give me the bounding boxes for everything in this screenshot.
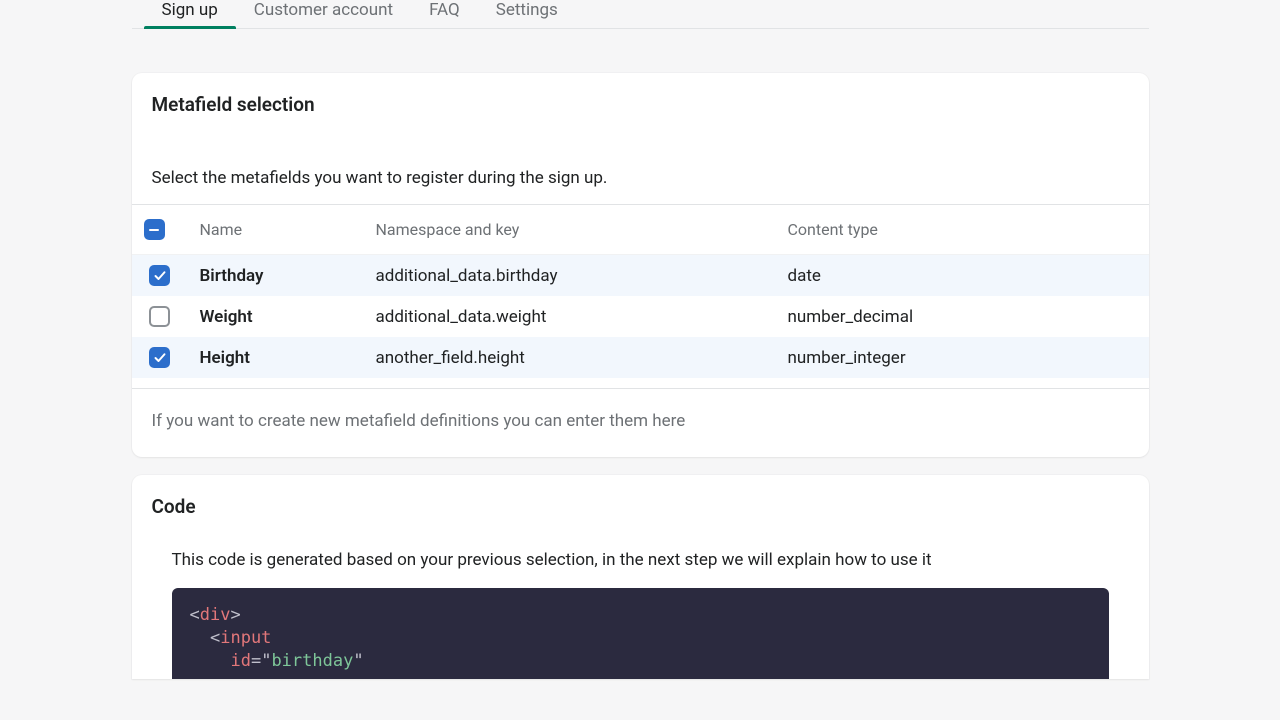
minus-icon [149,229,159,232]
cell-type: number_integer [776,337,1149,378]
row-checkbox[interactable] [149,306,170,327]
tab-sign-up[interactable]: Sign up [144,0,236,28]
metafield-selection-card: Metafield selection Select the metafield… [132,73,1149,457]
metafield-table: Name Namespace and key Content type Birt… [132,205,1149,378]
row-checkbox[interactable] [149,265,170,286]
cell-type: number_decimal [776,296,1149,337]
footer-note: If you want to create new metafield defi… [132,389,1149,457]
code-card-title: Code [132,475,1149,518]
code-block: <div> <input id="birthday" [172,588,1109,679]
cell-name: Birthday [188,255,364,297]
row-checkbox[interactable] [149,347,170,368]
cell-namespace: additional_data.birthday [364,255,776,297]
cell-namespace: another_field.height [364,337,776,378]
cell-name: Weight [188,296,364,337]
card-title: Metafield selection [152,93,1129,116]
column-header-name: Name [188,205,364,255]
select-all-checkbox[interactable] [144,219,165,240]
tab-customer-account[interactable]: Customer account [236,0,411,28]
cell-type: date [776,255,1149,297]
table-row[interactable]: Height another_field.height number_integ… [132,337,1149,378]
table-row[interactable]: Weight additional_data.weight number_dec… [132,296,1149,337]
code-card-description: This code is generated based on your pre… [132,518,1149,588]
code-card: Code This code is generated based on you… [132,475,1149,679]
column-header-namespace: Namespace and key [364,205,776,255]
card-description: Select the metafields you want to regist… [132,136,1149,204]
create-definitions-link[interactable]: here [652,411,685,431]
cell-namespace: additional_data.weight [364,296,776,337]
check-icon [154,270,166,282]
cell-name: Height [188,337,364,378]
check-icon [154,352,166,364]
tab-faq[interactable]: FAQ [411,0,478,28]
tab-settings[interactable]: Settings [478,0,576,28]
tabs-bar: Sign up Customer account FAQ Settings [132,0,1149,29]
table-row[interactable]: Birthday additional_data.birthday date [132,255,1149,297]
column-header-type: Content type [776,205,1149,255]
